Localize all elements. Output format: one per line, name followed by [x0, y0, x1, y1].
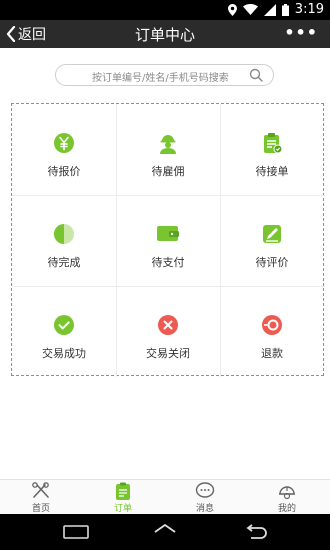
recent-apps-button[interactable] [56, 522, 96, 542]
tab-home[interactable]: 首页 [0, 480, 82, 515]
refund-icon [262, 315, 282, 335]
yen-coin-icon [54, 133, 74, 153]
grid-item-label: 待支付 [151, 256, 185, 269]
check-circle-icon [54, 315, 74, 335]
pie-progress-icon [54, 224, 74, 244]
tab-label: 我的 [277, 504, 296, 514]
grid-item-label: 待完成 [47, 256, 81, 269]
tab-profile[interactable]: 我的 [246, 480, 328, 515]
grid-item-label: 待报价 [47, 165, 81, 178]
tab-label: 首页 [31, 504, 50, 514]
app-bar: 返回 订单中心 ••• [0, 20, 330, 48]
home-button[interactable] [145, 522, 185, 542]
back-arrow-icon [246, 524, 267, 539]
bottom-tab-bar: 首页 订单 消息 我的 [0, 479, 330, 514]
location-icon [227, 3, 237, 16]
grid-item-pending-quote[interactable]: 待报价 [12, 104, 116, 195]
chat-icon [195, 482, 215, 498]
tab-orders[interactable]: 订单 [82, 480, 164, 515]
grid-item-label: 待评价 [255, 256, 289, 269]
battery-icon [281, 3, 289, 16]
search-input[interactable]: 按订单编号/姓名/手机号码搜索 [55, 64, 274, 86]
search-placeholder: 按订单编号/姓名/手机号码搜索 [92, 73, 229, 84]
grid-item-label: 交易关闭 [146, 347, 190, 360]
edit-icon [263, 225, 281, 243]
tab-label: 订单 [113, 504, 132, 514]
grid-item-refund[interactable]: 退款 [220, 286, 324, 377]
close-circle-icon [158, 315, 178, 335]
grid-item-label: 待接单 [255, 165, 289, 178]
tools-icon [32, 482, 49, 498]
system-nav-bar [0, 514, 330, 550]
recent-apps-icon [63, 525, 89, 539]
status-bar: 3:19 [0, 0, 330, 20]
home-icon [154, 524, 176, 533]
wallet-icon [157, 226, 179, 241]
order-icon [116, 482, 130, 500]
tab-messages[interactable]: 消息 [164, 480, 246, 515]
tab-label: 消息 [195, 504, 214, 514]
grid-item-pending-complete[interactable]: 待完成 [12, 195, 116, 286]
grid-item-label: 退款 [261, 347, 283, 360]
worker-icon [160, 135, 176, 154]
clipboard-icon [264, 133, 283, 154]
clock-time: 3:19 [294, 2, 324, 17]
back-system-button[interactable] [236, 522, 276, 542]
helmet-icon [279, 486, 295, 500]
page-title: 订单中心 [134, 26, 195, 44]
grid-item-pending-review[interactable]: 待评价 [220, 195, 324, 286]
grid-item-label: 待雇佣 [151, 165, 185, 178]
grid-item-trade-success[interactable]: 交易成功 [12, 286, 116, 377]
signal-icon [263, 3, 276, 16]
grid-item-pending-accept[interactable]: 待接单 [220, 104, 324, 195]
search-area: 按订单编号/姓名/手机号码搜索 [0, 48, 330, 94]
grid-item-pending-hire[interactable]: 待雇佣 [116, 104, 220, 195]
wifi-icon [242, 4, 258, 15]
more-menu-button[interactable]: ••• [284, 23, 318, 42]
order-status-grid: 待报价 待雇佣 待接单 待完成 待支付 待评价 交易成功 交易关闭 退款 [11, 103, 325, 377]
status-icons: 3:19 [227, 2, 324, 17]
search-icon[interactable] [249, 68, 263, 82]
grid-item-trade-closed[interactable]: 交易关闭 [116, 286, 220, 377]
grid-item-label: 交易成功 [42, 347, 86, 360]
grid-item-pending-payment[interactable]: 待支付 [116, 195, 220, 286]
